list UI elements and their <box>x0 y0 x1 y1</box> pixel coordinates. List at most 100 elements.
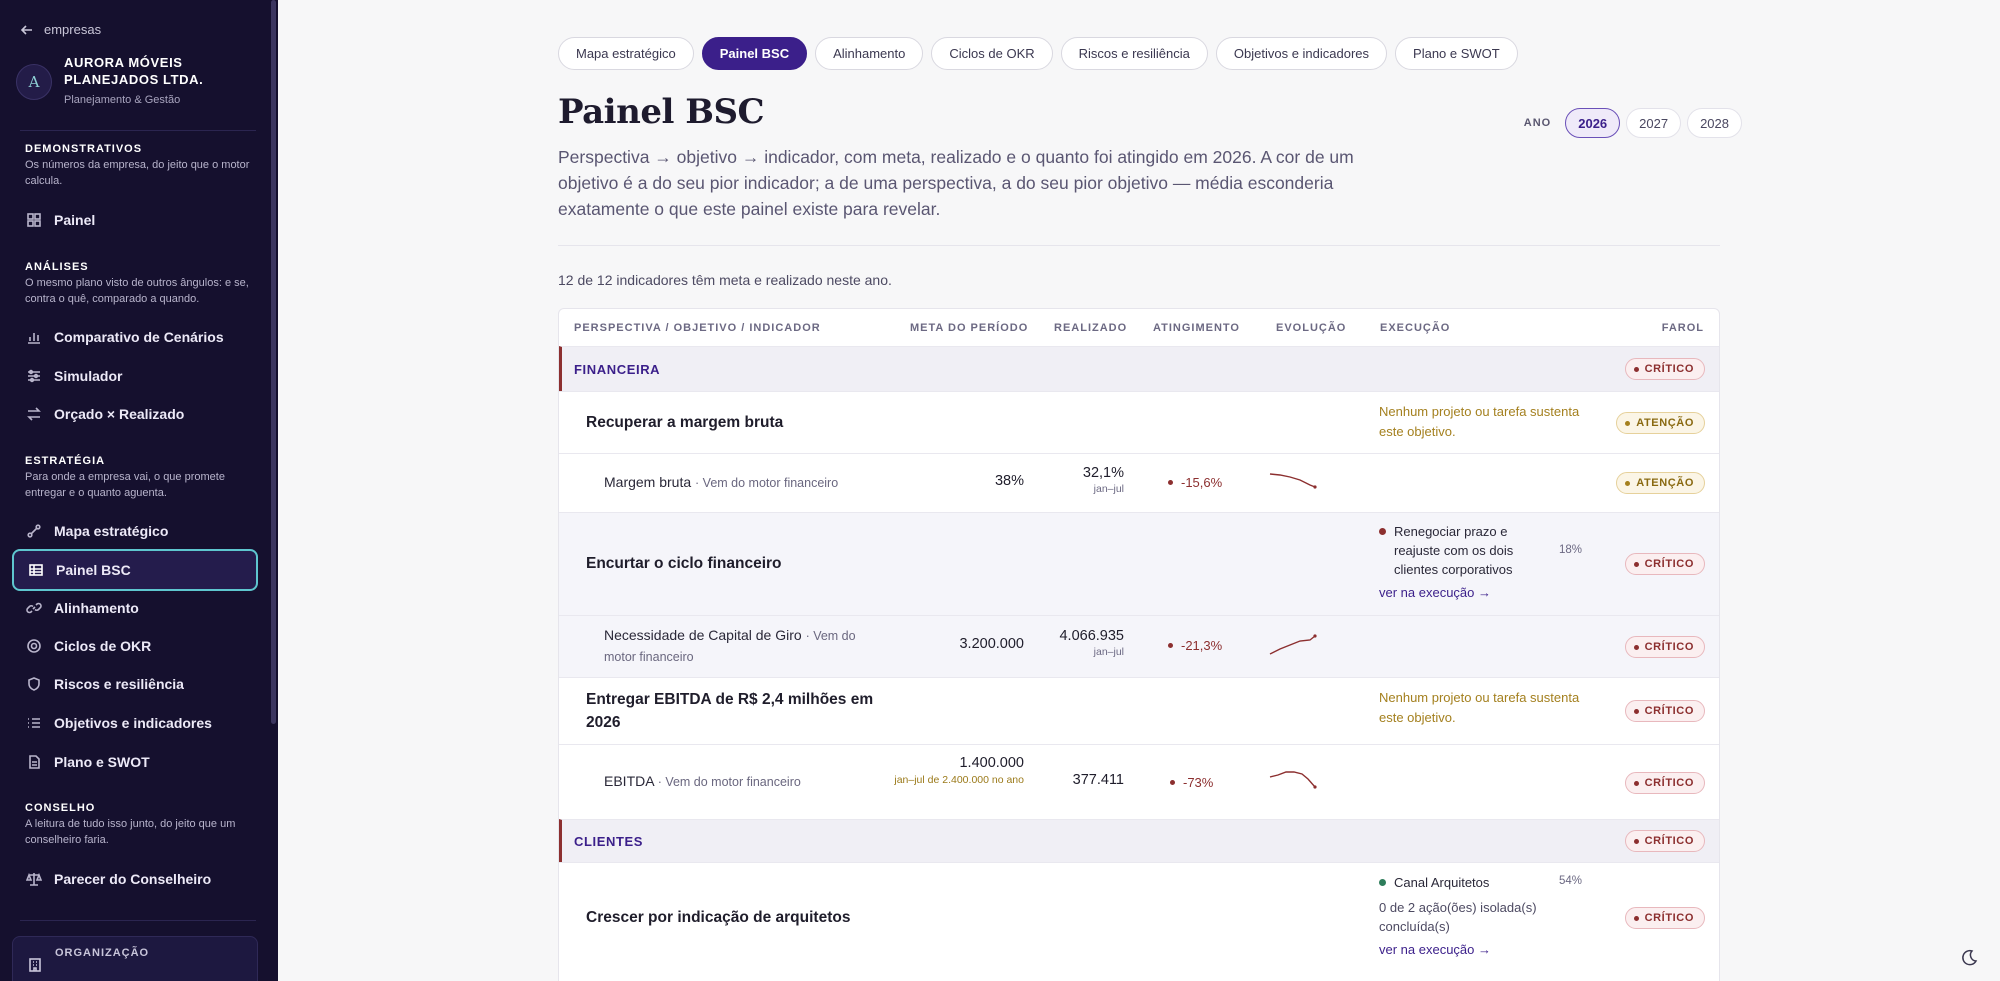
section-title: DEMONSTRATIVOS <box>25 143 143 155</box>
company-subtitle: Planejamento & Gestão <box>64 94 181 106</box>
document-icon <box>29 755 40 769</box>
section-title: CONSELHO <box>25 802 96 814</box>
nav-ciclos-de-okr[interactable]: Ciclos de OKR <box>12 627 258 665</box>
header-meta: META DO PERÍODO <box>910 322 1029 334</box>
execution-link[interactable]: ver na execução → <box>1379 583 1599 602</box>
section-title: ESTRATÉGIA <box>25 455 106 467</box>
year-2027-button[interactable]: 2027 <box>1626 108 1682 138</box>
nav-label: Painel <box>54 212 96 228</box>
nav-comparativo-de-cenarios[interactable]: Comparativo de Cenários <box>12 318 258 356</box>
bar-chart-icon <box>28 333 40 344</box>
nav-alinhamento[interactable]: Alinhamento <box>12 589 258 627</box>
table-icon <box>29 564 43 576</box>
indicator-row[interactable]: Necessidade de Capital de Giro · Vem do … <box>559 615 1719 677</box>
execution-status: 0 de 2 ação(ões) isolada(s) concluída(s) <box>1379 900 1537 934</box>
tab-riscos-e-resiliencia[interactable]: Riscos e resiliência <box>1060 37 1208 70</box>
indicator-name: Necessidade de Capital de Giro · Vem do … <box>604 627 856 664</box>
section-estrategia: ESTRATÉGIA Para onde a empresa vai, o qu… <box>25 455 255 501</box>
header-execucao: EXECUÇÃO <box>1380 322 1451 334</box>
status-badge: ATENÇÃO <box>1616 412 1705 434</box>
sidebar: empresas A AURORA MÓVEIS PLANEJADOS LTDA… <box>0 0 278 981</box>
organization-switcher[interactable]: ORGANIZAÇÃO <box>12 936 258 981</box>
objective-row[interactable]: Encurtar o ciclo financeiro Renegociar p… <box>559 512 1719 615</box>
back-to-companies-link[interactable]: empresas <box>20 22 101 37</box>
nav-label: Parecer do Conselheiro <box>54 871 212 887</box>
sliders-icon <box>28 369 40 383</box>
tab-alinhamento[interactable]: Alinhamento <box>815 37 924 70</box>
nav-label: Alinhamento <box>54 600 139 616</box>
objective-name: Encurtar o ciclo financeiro <box>586 555 782 572</box>
target-icon <box>27 639 41 653</box>
tab-mapa-estrategico[interactable]: Mapa estratégico <box>558 37 694 70</box>
nav-parecer-do-conselheiro[interactable]: Parecer do Conselheiro <box>12 860 258 898</box>
indicator-meta: 1.400.000 jan–jul de 2.400.000 no ano <box>894 755 1024 786</box>
sidebar-scrollbar[interactable] <box>271 0 276 724</box>
objective-row[interactable]: Crescer por indicação de arquitetos Cana… <box>559 862 1719 972</box>
section-description: A leitura de tudo isso junto, do jeito q… <box>25 818 236 846</box>
perspective-name: CLIENTES <box>574 834 644 849</box>
status-badge: CRÍTICO <box>1624 700 1705 722</box>
bsc-table: PERSPECTIVA / OBJETIVO / INDICADOR META … <box>558 308 1720 981</box>
organization-label: ORGANIZAÇÃO <box>55 947 150 959</box>
objective-name: Recuperar a margem bruta <box>586 414 784 431</box>
execution-note: Nenhum projeto ou tarefa sustenta este o… <box>1379 404 1580 439</box>
nav-label: Orçado × Realizado <box>54 406 185 422</box>
nav-objetivos-e-indicadores[interactable]: Objetivos e indicadores <box>12 704 258 742</box>
link-icon <box>26 602 42 614</box>
execution-progress: 18% <box>1559 544 1583 556</box>
section-title: ANÁLISES <box>25 261 89 273</box>
objective-row[interactable]: Recuperar a margem bruta Nenhum projeto … <box>559 391 1719 453</box>
objective-name: Crescer por indicação de arquitetos <box>586 909 851 926</box>
indicator-atingimento: -73% <box>1170 775 1213 790</box>
main-content: Mapa estratégico Painel BSC Alinhamento … <box>278 0 2000 981</box>
perspective-name: FINANCEIRA <box>574 362 661 377</box>
tab-ciclos-de-okr[interactable]: Ciclos de OKR <box>931 37 1053 70</box>
section-description: Para onde a empresa vai, o que promete e… <box>25 471 225 499</box>
nav-label: Comparativo de Cenários <box>54 329 224 345</box>
grid-icon <box>27 213 41 227</box>
shield-icon <box>28 677 40 691</box>
indicator-row[interactable]: EBITDA · Vem do motor financeiro 1.400.0… <box>559 744 1719 819</box>
tab-objetivos-e-indicadores[interactable]: Objetivos e indicadores <box>1215 37 1388 70</box>
status-badge: CRÍTICO <box>1624 830 1705 852</box>
nav-mapa-estrategico[interactable]: Mapa estratégico <box>12 512 258 550</box>
tab-painel-bsc[interactable]: Painel BSC <box>701 37 808 70</box>
moon-icon[interactable] <box>1958 947 1980 969</box>
section-analises: ANÁLISES O mesmo plano visto de outros â… <box>25 261 255 307</box>
section-description: Os números da empresa, do jeito que o mo… <box>25 159 250 187</box>
nav-label: Plano e SWOT <box>54 754 150 770</box>
tab-plano-e-swot[interactable]: Plano e SWOT <box>1395 37 1518 70</box>
header-realizado: REALIZADO <box>1054 322 1128 334</box>
perspective-row-clientes[interactable]: CLIENTES CRÍTICO <box>559 819 1719 862</box>
nav-label: Painel BSC <box>56 562 131 578</box>
nav-painel-bsc[interactable]: Painel BSC <box>12 549 258 591</box>
objective-name: Entregar EBITDA de R$ 2,4 milhões em 202… <box>586 691 874 731</box>
indicator-name: Margem bruta · Vem do motor financeiro <box>604 474 839 490</box>
nav-riscos-e-resiliencia[interactable]: Riscos e resiliência <box>12 665 258 703</box>
arrow-left-icon <box>20 24 32 35</box>
indicator-realizado: 377.411 <box>1072 772 1124 788</box>
year-2028-button[interactable]: 2028 <box>1687 108 1742 138</box>
indicator-count: 12 de 12 indicadores têm meta e realizad… <box>558 272 892 288</box>
sidebar-divider <box>20 920 256 921</box>
status-badge: ATENÇÃO <box>1616 472 1705 494</box>
year-selector: ANO 2026 2027 2028 <box>1524 108 1742 138</box>
objective-row[interactable]: Entregar EBITDA de R$ 2,4 milhões em 202… <box>559 677 1719 744</box>
nav-plano-e-swot[interactable]: Plano e SWOT <box>12 743 258 781</box>
indicator-row[interactable]: Margem bruta · Vem do motor financeiro 3… <box>559 453 1719 512</box>
perspective-row-financeira[interactable]: FINANCEIRA CRÍTICO <box>559 346 1719 391</box>
list-icon <box>28 718 40 728</box>
section-demonstrativos: DEMONSTRATIVOS Os números da empresa, do… <box>25 143 255 189</box>
status-badge: CRÍTICO <box>1624 907 1705 929</box>
nav-orcado-x-realizado[interactable]: Orçado × Realizado <box>12 395 258 433</box>
building-icon <box>29 958 41 972</box>
section-description: O mesmo plano visto de outros ângulos: e… <box>25 277 249 305</box>
header-farol: FAROL <box>1661 322 1704 334</box>
year-2026-button[interactable]: 2026 <box>1565 108 1621 138</box>
nav-simulador[interactable]: Simulador <box>12 357 258 395</box>
execution-link[interactable]: ver na execução → <box>1379 940 1599 959</box>
sidebar-divider <box>20 130 256 131</box>
route-icon <box>27 524 41 538</box>
page-tabs: Mapa estratégico Painel BSC Alinhamento … <box>558 37 1518 70</box>
nav-painel[interactable]: Painel <box>12 201 258 239</box>
